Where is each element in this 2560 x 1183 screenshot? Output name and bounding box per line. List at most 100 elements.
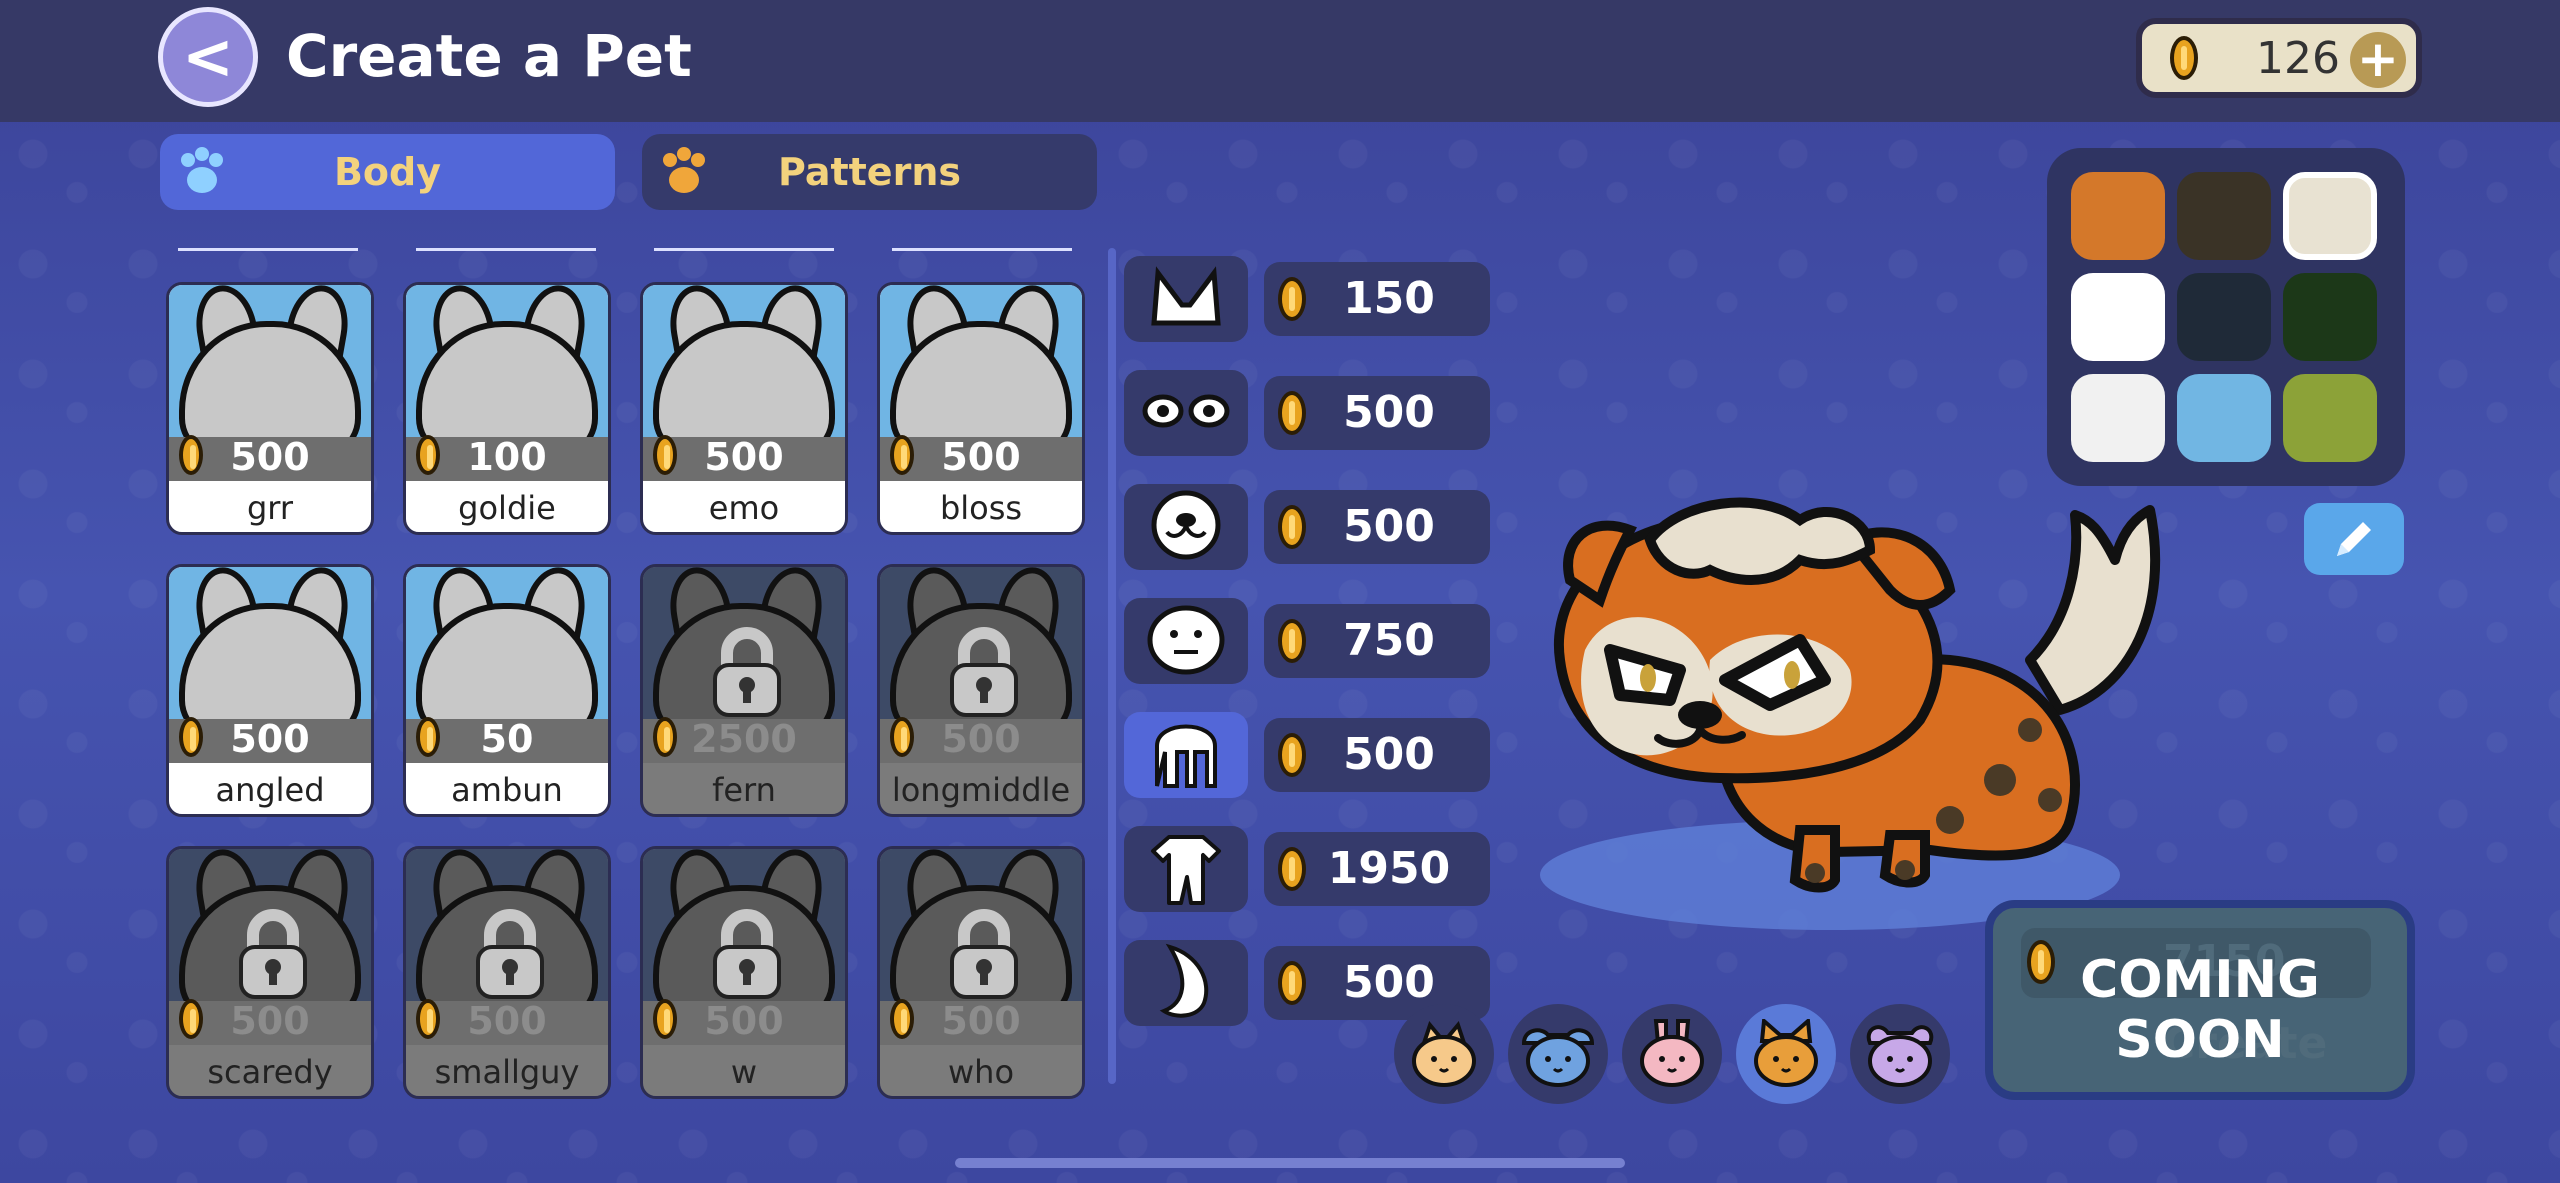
tab-patterns-label: Patterns [778,150,961,194]
category-button[interactable] [1124,598,1248,684]
category-price: 150 [1264,262,1490,336]
item-price: 500 [169,717,371,761]
item-name: ambun [451,771,563,809]
category-row-face: 750 [1124,598,1492,684]
tail-icon [1154,941,1218,1025]
item-card-emo[interactable]: 500 emo [640,282,848,535]
color-palette [2047,148,2405,486]
item-price: 500 [880,999,1082,1043]
item-price: 500 [169,999,371,1043]
item-price: 500 [406,999,608,1043]
item-card-longmiddle[interactable]: 500 longmiddle [877,564,1085,817]
body-icon [1149,827,1223,911]
category-price-value: 500 [1343,387,1435,438]
paw-icon [181,147,223,193]
lock-icon [950,909,1018,999]
item-card-bloss[interactable]: 500 bloss [877,282,1085,535]
item-name: longmiddle [891,771,1071,809]
category-row-eyes: 500 [1124,370,1492,456]
category-row-ears: 150 [1124,256,1492,342]
lock-icon [713,627,781,717]
eyes-icon [1141,391,1231,435]
item-card-w[interactable]: 500 w [640,846,848,1099]
bunny-icon [1640,1019,1704,1087]
item-name: who [947,1053,1015,1091]
item-price-value: 500 [467,999,547,1043]
category-price: 500 [1264,490,1490,564]
paw-icon [663,147,705,193]
item-name: bloss [939,489,1023,527]
item-price: 500 [880,717,1082,761]
category-row-hair: 500 [1124,712,1492,798]
item-price-value: 500 [230,435,310,479]
edit-color-button[interactable] [2304,503,2404,575]
color-swatch[interactable] [2177,374,2271,462]
item-card-fern[interactable]: 2500 fern [640,564,848,817]
page-title: Create a Pet [286,22,692,90]
top-bar: < Create a Pet 126 + [0,0,2560,122]
color-swatch[interactable] [2071,273,2165,361]
species-fox[interactable] [1736,1004,1836,1104]
category-price: 500 [1264,376,1490,450]
item-card-angled[interactable]: 500 angled [166,564,374,817]
face-icon [1146,602,1226,680]
species-bunny[interactable] [1622,1004,1722,1104]
item-card-goldie[interactable]: 100 goldie [403,282,611,535]
tab-body-label: Body [333,150,442,194]
item-price-value: 500 [941,435,1021,479]
category-price-value: 150 [1343,273,1435,324]
item-price-value: 500 [941,999,1021,1043]
color-swatch[interactable] [2177,273,2271,361]
item-name: fern [712,771,776,809]
item-card-grr[interactable]: 500 grr [166,282,374,535]
item-price-value: 2500 [691,717,797,761]
create-button[interactable]: 7150 Create COMING SOON [1985,900,2415,1100]
tab-body[interactable]: Body [160,134,615,210]
species-dog[interactable] [1508,1004,1608,1104]
color-swatch[interactable] [2283,374,2377,462]
color-swatch[interactable] [2177,172,2271,260]
back-button[interactable]: < [158,7,258,107]
pencil-icon [2337,522,2371,556]
scrollbar[interactable] [1108,248,1116,1084]
item-card-smallguy[interactable]: 500 smallguy [403,846,611,1099]
coin-icon [653,717,677,757]
divider [892,248,1072,251]
divider [654,248,834,251]
category-button[interactable] [1124,940,1248,1026]
lock-icon [476,909,544,999]
species-mouse[interactable] [1850,1004,1950,1104]
item-price-value: 500 [704,999,784,1043]
item-price: 50 [406,717,608,761]
divider [416,248,596,251]
category-button[interactable] [1124,826,1248,912]
item-card-ambun[interactable]: 50 ambun [403,564,611,817]
coin-icon [890,435,914,475]
ears-icon [1144,265,1228,333]
category-price-value: 750 [1343,615,1435,666]
category-button[interactable] [1124,370,1248,456]
item-name: smallguy [434,1053,580,1091]
fox-icon [1754,1019,1818,1087]
category-price: 500 [1264,718,1490,792]
coin-icon [416,435,440,475]
add-coins-button[interactable]: + [2350,32,2406,88]
category-button[interactable] [1124,712,1248,798]
color-swatch[interactable] [2071,172,2165,260]
color-swatch[interactable] [2071,374,2165,462]
coin-icon [890,717,914,757]
category-button[interactable] [1124,256,1248,342]
color-swatch[interactable] [2283,172,2377,260]
category-price-value: 500 [1343,729,1435,780]
category-button[interactable] [1124,484,1248,570]
hair-icon [1149,716,1223,794]
item-card-scaredy[interactable]: 500 scaredy [166,846,374,1099]
snout-icon [1149,488,1223,566]
color-swatch[interactable] [2283,273,2377,361]
item-price: 100 [406,435,608,479]
lock-icon [713,909,781,999]
tab-patterns[interactable]: Patterns [642,134,1097,210]
item-card-who[interactable]: 500 who [877,846,1085,1099]
item-price-value: 500 [704,435,784,479]
species-cat[interactable] [1394,1004,1494,1104]
